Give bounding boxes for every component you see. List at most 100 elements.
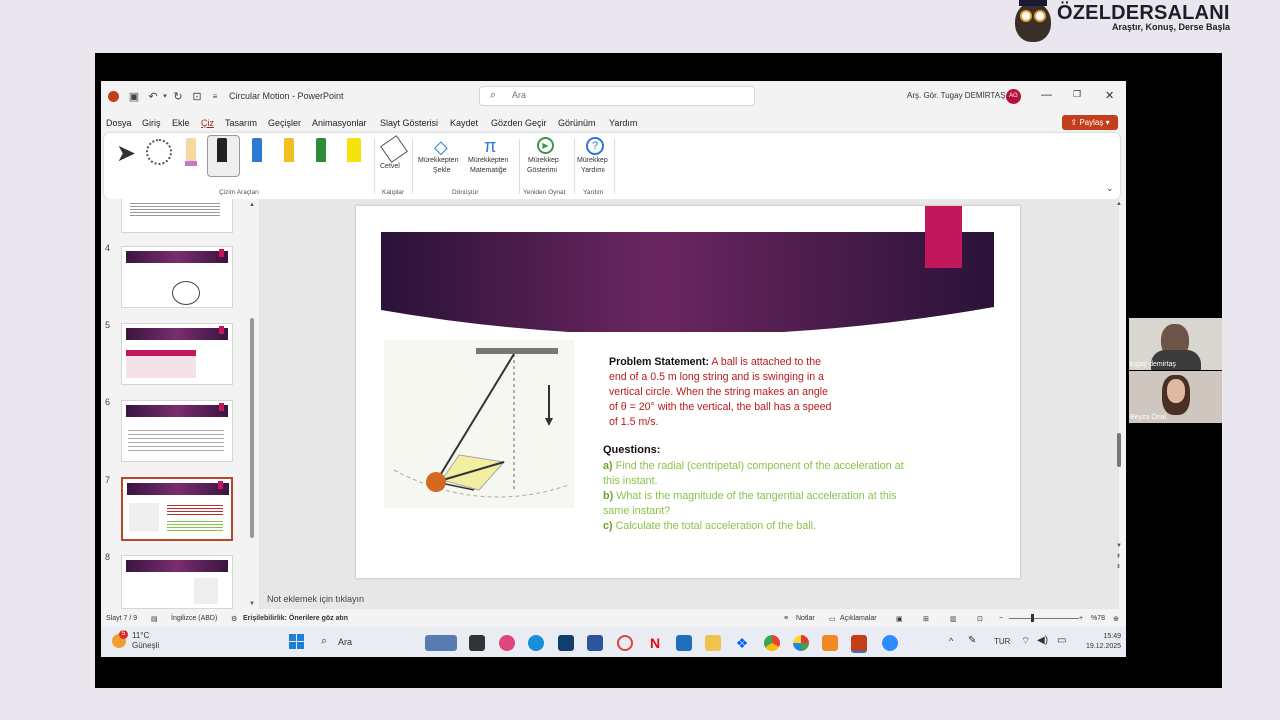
task-view-icon[interactable] (469, 635, 485, 651)
accessibility-status[interactable]: Erişilebilirlik: Önerilere göz atın (243, 615, 348, 622)
menu-slayt-gosterisi[interactable]: Slayt Gösterisi (380, 118, 438, 128)
powerpoint-taskbar-icon[interactable] (851, 635, 867, 653)
ruler-icon[interactable] (380, 135, 408, 163)
wifi-icon[interactable]: ⌔ (1021, 635, 1030, 648)
file-explorer-icon[interactable] (705, 635, 721, 651)
terminal-icon[interactable] (558, 635, 574, 651)
participant-video-tile[interactable]: tugay demirtaş (1129, 318, 1222, 370)
netflix-icon[interactable]: N (647, 635, 663, 651)
menu-dosya[interactable]: Dosya (106, 118, 132, 128)
undo-icon[interactable]: ↶ (147, 91, 159, 103)
zoom-slider[interactable] (1009, 618, 1079, 619)
brand-tagline: Araştır, Konuş, Derse Başla (1112, 22, 1231, 32)
slide-thumbnail[interactable] (121, 246, 233, 308)
lasso-select-icon[interactable] (146, 139, 172, 165)
scroll-thumb[interactable] (250, 318, 254, 538)
menu-ciz[interactable]: Çiz (201, 118, 214, 128)
copilot-icon[interactable] (499, 635, 515, 651)
share-button[interactable]: ⇪ Paylaş ▾ (1062, 115, 1118, 130)
taskbar-clock[interactable]: 15:49 19.12.2025 (1086, 632, 1121, 652)
slide-thumbnail-selected[interactable] (121, 477, 233, 541)
slide-thumbnail[interactable] (121, 400, 233, 462)
comments-button[interactable]: Açıklamalar (840, 615, 877, 622)
menu-gozden-gecir[interactable]: Gözden Geçir (491, 118, 547, 128)
menu-yardim[interactable]: Yardım (609, 118, 637, 128)
ink-to-shape-icon[interactable]: ◇ (434, 137, 448, 158)
pen-tray-icon[interactable]: ✎ (968, 635, 976, 646)
select-arrow-icon[interactable]: ➤ (116, 139, 136, 168)
zoom-level[interactable]: %78 (1091, 615, 1105, 622)
present-icon[interactable]: ⊡ (191, 91, 203, 103)
zoom-icon[interactable] (882, 635, 898, 651)
weather-widget[interactable]: 11°C Güneşli (132, 631, 159, 651)
green-pen-icon[interactable] (316, 138, 326, 162)
notes-button[interactable]: Notlar (796, 615, 815, 622)
scroll-down-icon[interactable]: ▼ (249, 601, 255, 607)
next-slide-icon[interactable]: ⇟ (1116, 563, 1121, 570)
zoom-slider-thumb[interactable] (1031, 614, 1034, 622)
word-icon[interactable] (587, 635, 603, 651)
prev-slide-icon[interactable]: ⇞ (1116, 553, 1121, 560)
ink-to-math-icon[interactable]: π (484, 136, 496, 157)
menu-giris[interactable]: Giriş (142, 118, 161, 128)
menu-gecisler[interactable]: Geçişler (268, 118, 301, 128)
tray-chevron-icon[interactable]: ^ (949, 636, 953, 646)
search-box[interactable]: ⌕ (479, 86, 755, 106)
normal-view-icon[interactable]: ▣ (896, 615, 903, 623)
undo-dropdown-icon[interactable]: ▾ (159, 91, 171, 103)
menu-gorunum[interactable]: Görünüm (558, 118, 596, 128)
minimize-icon[interactable]: — (1041, 89, 1052, 101)
save-icon[interactable]: ▣ (128, 91, 140, 103)
ink-replay-icon[interactable]: ▶ (537, 137, 554, 154)
scroll-up-icon[interactable]: ▲ (1116, 201, 1122, 207)
editor-scrollbar[interactable]: ▲ ▼ ⇞ ⇟ (1115, 201, 1123, 575)
yellow-pen-icon[interactable] (284, 138, 294, 162)
menu-tasarim[interactable]: Tasarım (225, 118, 257, 128)
news-widget-icon[interactable] (425, 635, 457, 651)
spellcheck-icon[interactable]: ▤ (151, 615, 158, 623)
slide-thumbnail[interactable] (121, 555, 233, 609)
language-status[interactable]: İngilizce (ABD) (171, 615, 217, 622)
menu-ekle[interactable]: Ekle (172, 118, 190, 128)
input-language[interactable]: TUR (994, 637, 1010, 646)
calendar-icon[interactable] (676, 635, 692, 651)
app-icon[interactable] (822, 635, 838, 651)
taskbar-search[interactable]: ⌕ Ara (316, 633, 416, 651)
opera-icon[interactable] (617, 635, 633, 651)
menu-kaydet[interactable]: Kaydet (450, 118, 478, 128)
redo-icon[interactable]: ↻ (172, 91, 184, 103)
close-icon[interactable]: ✕ (1105, 89, 1114, 102)
slideshow-icon[interactable]: ⊡ (977, 615, 983, 623)
volume-icon[interactable]: ◀) (1037, 635, 1048, 646)
zoom-in-icon[interactable]: + (1079, 615, 1083, 622)
slide-thumbnail[interactable] (121, 199, 233, 233)
dropbox-icon[interactable]: ❖ (734, 635, 750, 651)
reading-view-icon[interactable]: ▥ (950, 615, 957, 623)
blue-pen-icon[interactable] (252, 138, 262, 162)
notes-placeholder[interactable]: Not eklemek için tıklayın (267, 594, 364, 604)
thumbnail-scrollbar[interactable]: ▲ ▼ (249, 202, 255, 607)
slide-sorter-icon[interactable]: ⊞ (923, 615, 929, 623)
photos-icon[interactable] (793, 635, 809, 651)
search-input[interactable] (510, 89, 744, 101)
eraser-pen-icon[interactable] (186, 138, 196, 162)
zoom-out-icon[interactable]: − (999, 615, 1003, 622)
restore-icon[interactable]: ❐ (1073, 89, 1081, 100)
collapse-ribbon-icon[interactable]: ⌄ (1106, 183, 1114, 194)
help-icon[interactable]: ? (586, 137, 604, 155)
chrome-icon[interactable] (764, 635, 780, 651)
windows-start-icon[interactable] (289, 634, 305, 650)
avatar[interactable]: AG (1006, 89, 1021, 104)
scroll-thumb[interactable] (1117, 433, 1121, 467)
battery-icon[interactable]: ▭ (1057, 635, 1066, 646)
customize-toolbar-icon[interactable]: ≡ (209, 91, 221, 103)
scroll-up-icon[interactable]: ▲ (249, 202, 255, 208)
fit-slide-icon[interactable]: ⊕ (1113, 615, 1119, 623)
participant-video-tile[interactable]: Beyza Önal (1129, 371, 1222, 423)
menu-animasyonlar[interactable]: Animasyonlar (312, 118, 367, 128)
scroll-down-icon[interactable]: ▼ (1116, 543, 1122, 549)
edge-icon[interactable] (528, 635, 544, 651)
highlighter-icon[interactable] (347, 138, 361, 162)
slide-canvas[interactable]: Problem Statement: A ball is attached to… (356, 206, 1020, 578)
slide-thumbnail[interactable] (121, 323, 233, 385)
